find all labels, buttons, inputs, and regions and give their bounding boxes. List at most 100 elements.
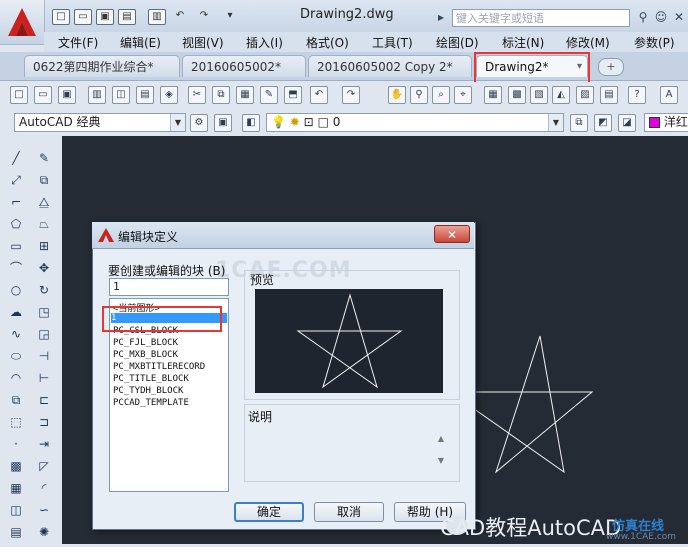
tab-0622[interactable]: 0622第四期作业综合*: [24, 55, 180, 77]
make-block-icon[interactable]: ⬚: [6, 412, 26, 432]
exchange-icon[interactable]: ✕: [672, 10, 686, 24]
menu-file[interactable]: 文件(F): [58, 34, 98, 51]
menu-parameters[interactable]: 参数(P): [634, 34, 675, 51]
match-properties-icon[interactable]: ✎: [260, 86, 278, 104]
ellipse-arc-icon[interactable]: ◠: [6, 368, 26, 388]
copy-icon[interactable]: ⧉: [212, 86, 230, 104]
point-icon[interactable]: ·: [6, 434, 26, 454]
tool-palettes-icon[interactable]: ▧: [530, 86, 548, 104]
gradient-icon[interactable]: ▦: [6, 478, 26, 498]
cut-icon[interactable]: ✂: [188, 86, 206, 104]
description-field[interactable]: [246, 426, 450, 476]
pan-icon[interactable]: ✋: [388, 86, 406, 104]
mirror-icon[interactable]: ⧋: [34, 192, 54, 212]
print-icon[interactable]: ▥: [148, 9, 166, 25]
list-item[interactable]: PC_MXBTITLERECORD: [113, 362, 205, 372]
undo-icon[interactable]: ↶: [172, 9, 188, 23]
insert-block-icon[interactable]: ⧉: [6, 390, 26, 410]
design-center-icon[interactable]: ▩: [508, 86, 526, 104]
plot-preview-icon[interactable]: ◫: [112, 86, 130, 104]
break-at-point-icon[interactable]: ⊏: [34, 390, 54, 410]
help-icon[interactable]: ?: [628, 86, 646, 104]
text-style-icon[interactable]: A: [660, 86, 678, 104]
close-icon[interactable]: ✕: [434, 225, 470, 243]
list-item[interactable]: PC_TYDH_BLOCK: [113, 386, 183, 396]
construction-line-icon[interactable]: ⤢: [6, 170, 26, 190]
redo-icon[interactable]: ↷: [342, 86, 360, 104]
menu-draw[interactable]: 绘图(D): [436, 34, 479, 51]
layer-properties-icon[interactable]: ◧: [242, 114, 260, 132]
tab-20160605002-copy[interactable]: 20160605002 Copy 2*: [308, 55, 472, 77]
calculator-icon[interactable]: ▤: [600, 86, 618, 104]
plot-icon[interactable]: ▥: [88, 86, 106, 104]
stretch-icon[interactable]: ◲: [34, 324, 54, 344]
rectangle-icon[interactable]: ▭: [6, 236, 26, 256]
list-item[interactable]: PC_MXB_BLOCK: [113, 350, 178, 360]
workspace-switch-icon[interactable]: ▣: [214, 114, 232, 132]
menu-dimension[interactable]: 标注(N): [502, 34, 544, 51]
layer-state-icon[interactable]: ◪: [618, 114, 636, 132]
new-tab-icon[interactable]: +: [598, 58, 624, 76]
offset-icon[interactable]: ⏢: [34, 214, 54, 234]
break-icon[interactable]: ⊐: [34, 412, 54, 432]
quick-access-dropdown-icon[interactable]: ▾: [222, 9, 238, 23]
make-current-layer-icon[interactable]: ⧉: [570, 114, 588, 132]
erase-icon[interactable]: ✎: [34, 148, 54, 168]
save-icon[interactable]: ▣: [96, 9, 114, 25]
color-select[interactable]: 洋红: [644, 113, 688, 132]
3d-dwf-icon[interactable]: ◈: [160, 86, 178, 104]
rotate-icon[interactable]: ↻: [34, 280, 54, 300]
arc-icon[interactable]: ⌒: [6, 258, 26, 278]
block-editor-icon[interactable]: ⬒: [284, 86, 302, 104]
ok-button[interactable]: 确定: [234, 502, 304, 522]
workspace-settings-icon[interactable]: ⚙: [190, 114, 208, 132]
array-icon[interactable]: ⊞: [34, 236, 54, 256]
chamfer-icon[interactable]: ◸: [34, 456, 54, 476]
paste-icon[interactable]: ▦: [236, 86, 254, 104]
properties-icon[interactable]: ▦: [484, 86, 502, 104]
explode-icon[interactable]: ✺: [34, 522, 54, 542]
search-input[interactable]: 键入关键字或短语: [452, 9, 630, 27]
spline-icon[interactable]: ∿: [6, 324, 26, 344]
menu-modify[interactable]: 修改(M): [566, 34, 610, 51]
list-item[interactable]: PC_TITLE_BLOCK: [113, 374, 189, 384]
menu-tools[interactable]: 工具(T): [372, 34, 413, 51]
markup-icon[interactable]: ▨: [576, 86, 594, 104]
undo-icon[interactable]: ↶: [310, 86, 328, 104]
open-file-icon[interactable]: ▭: [74, 9, 92, 25]
redo-icon[interactable]: ↷: [196, 9, 212, 23]
zoom-previous-icon[interactable]: ⌖: [454, 86, 472, 104]
menu-format[interactable]: 格式(O): [306, 34, 349, 51]
binoculars-icon[interactable]: ⚲: [636, 10, 650, 24]
sheet-set-icon[interactable]: ◭: [552, 86, 570, 104]
join-icon[interactable]: ⇥: [34, 434, 54, 454]
zoom-window-icon[interactable]: ⌕: [432, 86, 450, 104]
description-scrollbar[interactable]: ▲ ▼: [435, 428, 447, 472]
application-menu-button[interactable]: [0, 0, 45, 45]
list-item[interactable]: PCCAD_TEMPLATE: [113, 398, 189, 408]
new-file-icon[interactable]: □: [52, 9, 70, 25]
fillet-icon[interactable]: ◜: [34, 478, 54, 498]
scale-icon[interactable]: ◳: [34, 302, 54, 322]
polygon-icon[interactable]: ⬠: [6, 214, 26, 234]
block-name-input[interactable]: 1: [109, 278, 229, 296]
search-toggle-icon[interactable]: ▸: [434, 10, 448, 24]
workspace-select[interactable]: AutoCAD 经典 ▼: [14, 113, 186, 132]
zoom-realtime-icon[interactable]: ⚲: [410, 86, 428, 104]
menu-edit[interactable]: 编辑(E): [120, 34, 161, 51]
hatch-icon[interactable]: ▩: [6, 456, 26, 476]
layer-select[interactable]: 💡 ✹ ⊡ □ 0 ▼: [266, 113, 564, 132]
save-icon[interactable]: ▣: [58, 86, 76, 104]
list-item[interactable]: PC_FJL_BLOCK: [113, 338, 178, 348]
menu-view[interactable]: 视图(V): [182, 34, 224, 51]
ellipse-icon[interactable]: ⬭: [6, 346, 26, 366]
save-as-icon[interactable]: ▤: [118, 9, 136, 25]
region-icon[interactable]: ◫: [6, 500, 26, 520]
publish-icon[interactable]: ▤: [136, 86, 154, 104]
revision-cloud-icon[interactable]: ☁: [6, 302, 26, 322]
cancel-button[interactable]: 取消: [314, 502, 384, 522]
new-icon[interactable]: □: [10, 86, 28, 104]
tab-20160605002[interactable]: 20160605002*: [182, 55, 306, 77]
table-icon[interactable]: ▤: [6, 522, 26, 542]
trim-icon[interactable]: ⊣: [34, 346, 54, 366]
